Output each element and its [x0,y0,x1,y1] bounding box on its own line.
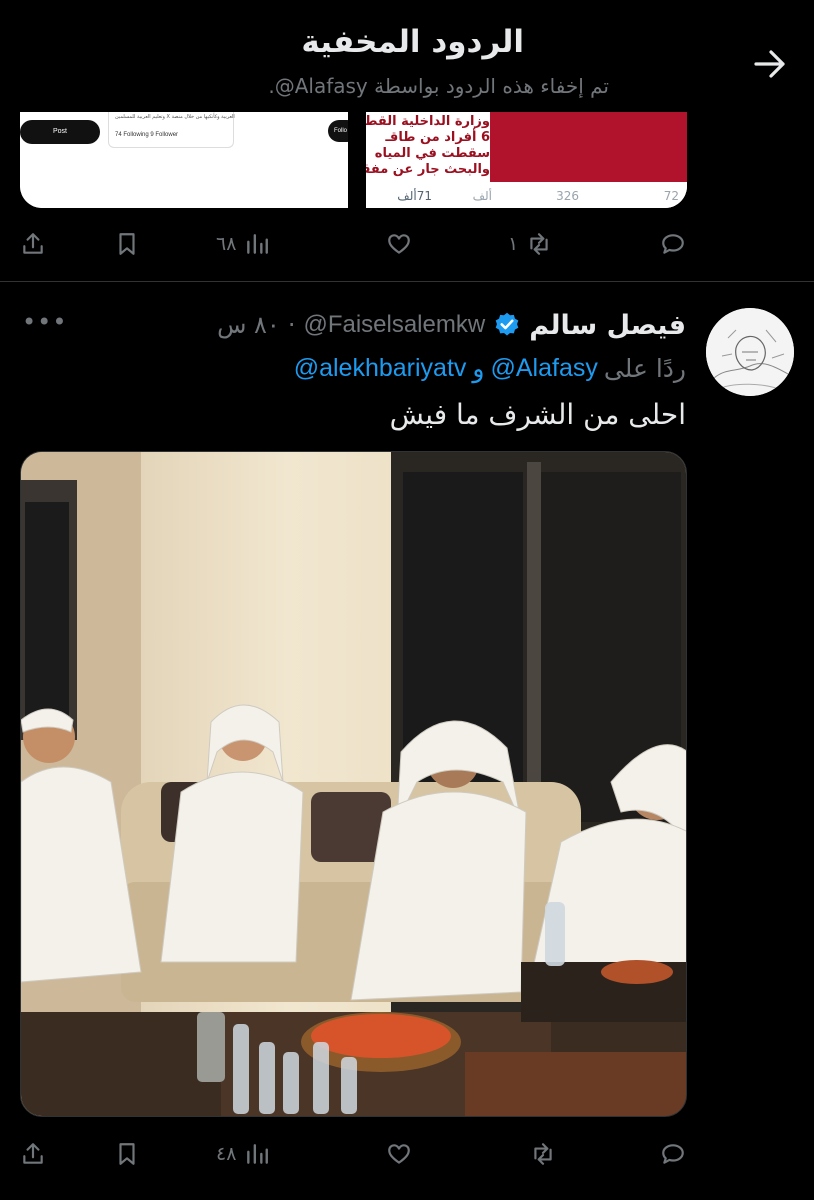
bookmark-button[interactable] [114,1134,140,1174]
views-button[interactable]: ٦٨ [216,224,270,264]
retweet-icon [534,1143,552,1165]
tweet-header: فيصل سالم @Faiselsalemkw · ٨٠ س [217,305,686,345]
embedded-card-stats: 74 Following 9 Follower [115,132,179,138]
retweet-button[interactable]: ١ [508,224,552,264]
more-options-button[interactable]: ••• [22,308,66,338]
share-icon [23,1143,43,1164]
separator-dot: · [287,311,296,339]
user-handle[interactable]: @Faiselsalemkw [303,311,485,339]
like-button[interactable] [386,224,420,264]
media-gap [348,112,366,208]
tweet-divider [0,281,814,282]
views-button[interactable]: ٤٨ [216,1134,270,1174]
retweet-button[interactable] [522,1134,556,1174]
reply-icon [662,1144,684,1164]
embedded-views: 71ألف [397,189,432,203]
news-headline: وزارة الداخلية القطر 6 أفراد من طاقـ سقط… [366,114,490,177]
bookmark-icon [119,1143,135,1165]
display-name[interactable]: فيصل سالم [529,310,686,341]
media-image-right: وزارة الداخلية القطر 6 أفراد من طاقـ سقط… [366,112,687,208]
reply-icon [662,234,684,254]
views-count: ٦٨ [216,233,237,255]
embedded-likes: ألف [472,189,492,203]
avatar-sketch [706,308,794,396]
previous-tweet-media[interactable]: Post العربية وكأنكيها من خلال منصة X وتع… [20,112,687,208]
embedded-profile-card: العربية وكأنكيها من خلال منصة X وتعليم ا… [108,112,235,148]
mention-joiner: و [472,353,485,383]
avatar[interactable] [706,308,794,396]
photo-scene [21,452,686,1116]
views-chart-icon [247,1144,269,1164]
tweet-actions: ٤٨ [0,1134,814,1174]
replying-to-label: ردًا على [603,353,686,383]
share-icon [23,233,43,254]
news-red-panel [490,112,687,182]
verified-badge-icon [495,312,519,336]
page-title: الردود المخفية [301,24,524,60]
media-image-left: Post العربية وكأنكيها من خلال منصة X وتع… [20,112,358,208]
embedded-replies: 72 [663,189,679,203]
reply-button[interactable] [660,224,694,264]
heart-icon [388,1144,410,1164]
tweet-photo[interactable] [20,451,687,1117]
views-count: ٤٨ [216,1143,237,1165]
previous-tweet-actions: ٦٨ ١ [0,224,814,264]
embedded-post-button: Post [20,120,100,144]
embedded-tweet-stats: 71ألف ألف 326 72 [366,184,687,208]
retweet-icon [530,233,548,255]
reply-button[interactable] [660,1134,694,1174]
arrow-right-icon[interactable] [750,44,790,84]
share-button[interactable] [20,224,46,264]
embedded-card-text: العربية وكأنكيها من خلال منصة X وتعليم ا… [115,114,235,120]
mention-link[interactable]: @Alafasy [490,354,597,383]
tweet-time[interactable]: ٨٠ س [217,311,280,339]
bookmark-button[interactable] [114,224,140,264]
embedded-retweets: 326 [556,189,579,203]
views-chart-icon [247,234,269,254]
page-subtitle: تم إخفاء هذه الردود بواسطة ‎@Alafasy. [268,74,609,98]
share-button[interactable] [20,1134,46,1174]
replying-to: ردًا على @Alafasy و @alekhbariyatv [294,350,686,386]
like-button[interactable] [386,1134,420,1174]
bookmark-icon [119,233,135,255]
hidden-replies-header: الردود المخفية تم إخفاء هذه الردود بواسط… [0,0,814,112]
heart-icon [388,234,410,254]
tweet-text: احلى من الشرف ما فيش [389,398,686,431]
mention-link[interactable]: @alekhbariyatv [294,354,467,383]
retweet-count: ١ [508,233,519,255]
